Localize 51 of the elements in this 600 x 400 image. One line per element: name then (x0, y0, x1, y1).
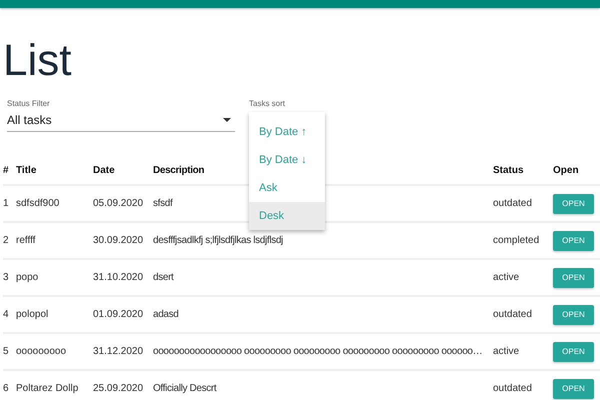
table-cell: ooooooooooooooooo ooooooooo ooooooooo ooooooooo ooooooooo oooooo… (153, 346, 482, 357)
table-cell: 31.12.2020 (93, 346, 144, 357)
table-cell: ooooooooo (16, 346, 66, 357)
table-cell: completed (493, 235, 540, 246)
table-cell: desfffjsadlkfj s;lfjlsdfjlkas lsdjflsdj (153, 235, 283, 246)
page-title: List (3, 35, 72, 87)
table-cell: outdated (493, 383, 532, 394)
table-cell: 4 (3, 309, 9, 320)
table-cell: popo (16, 272, 38, 283)
menu-item[interactable]: Desk (249, 202, 325, 230)
table-cell: adasd (153, 309, 178, 320)
open-button[interactable]: OPEN (553, 230, 594, 250)
column-header: Description (153, 164, 204, 176)
table-cell: 5 (3, 346, 9, 357)
table-cell: outdated (493, 198, 532, 209)
open-button[interactable]: OPEN (553, 378, 594, 398)
field-label: Tasks sort (249, 99, 286, 110)
open-button[interactable]: OPEN (553, 194, 594, 214)
field-label: Status Filter (7, 99, 51, 109)
table-cell: dsert (153, 272, 174, 283)
table-cell: 31.10.2020 (93, 272, 144, 283)
open-button[interactable]: OPEN (553, 268, 594, 288)
table-cell: active (493, 346, 520, 357)
table-cell: 01.09.2020 (93, 309, 144, 320)
column-header: Status (493, 164, 524, 176)
open-button[interactable]: OPEN (553, 304, 594, 324)
caret-icon (223, 118, 231, 122)
column-header: Title (16, 164, 36, 176)
menu-item[interactable]: Ask (249, 174, 325, 202)
table-cell: active (493, 272, 520, 283)
table-cell: Officially Descrt (153, 383, 216, 394)
table-cell: Poltarez Dollp (16, 383, 78, 394)
table-cell: 1 (3, 198, 9, 209)
table-cell: outdated (493, 309, 532, 320)
table-cell: reffff (16, 235, 36, 246)
menu-item[interactable]: By Date ↑ (249, 118, 325, 146)
column-header: Date (93, 164, 115, 176)
menu-item[interactable]: By Date ↓ (249, 146, 325, 174)
table-cell: polopol (16, 309, 48, 320)
table-cell: 3 (3, 272, 9, 283)
table-cell: 30.09.2020 (93, 235, 144, 246)
table-cell: 25.09.2020 (93, 383, 144, 394)
column-header: Open (553, 164, 579, 176)
open-button[interactable]: OPEN (553, 342, 594, 362)
status-select[interactable]: All tasks (7, 109, 235, 132)
table-cell: 2 (3, 235, 9, 246)
table-cell: sfsdf (153, 198, 172, 209)
table-cell: 05.09.2020 (93, 198, 144, 209)
table-cell: sdfsdf900 (16, 198, 60, 209)
column-header: # (3, 164, 9, 176)
table-cell: 6 (3, 383, 9, 394)
